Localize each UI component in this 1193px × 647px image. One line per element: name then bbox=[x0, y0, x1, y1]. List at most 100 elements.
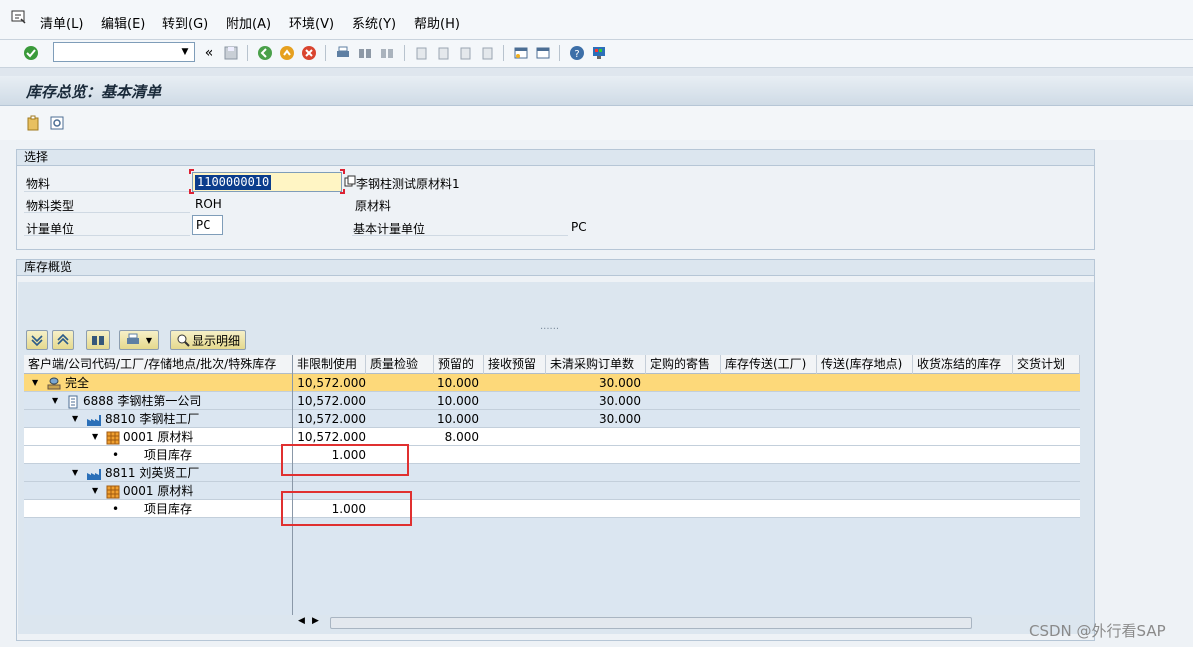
find-icon[interactable] bbox=[86, 330, 110, 350]
menu-edit[interactable]: 编辑(E) bbox=[101, 13, 145, 32]
reserved-value: 10.000 bbox=[437, 412, 479, 426]
collapse-all-icon[interactable] bbox=[52, 330, 74, 350]
menu-bar: 清单(L) 编辑(E) 转到(G) 附加(A) 环境(V) 系统(Y) 帮助(H… bbox=[0, 0, 1193, 40]
system-menu-icon[interactable] bbox=[11, 10, 27, 24]
client-icon bbox=[47, 377, 61, 389]
selection-group-title: 选择 bbox=[17, 150, 1094, 166]
splitter-handle[interactable]: ······ bbox=[540, 324, 559, 335]
cancel-icon[interactable] bbox=[300, 44, 318, 62]
menu-list[interactable]: 清单(L) bbox=[40, 13, 83, 32]
table-row[interactable]: ▼ 8810 李钢柱工厂 10,572.000 10.000 30.000 bbox=[24, 410, 1080, 428]
tree-label: 完全 bbox=[46, 374, 89, 392]
tree-label: 项目库存 bbox=[144, 448, 193, 462]
reserved-value: 10.000 bbox=[437, 394, 479, 408]
collapse-node-icon[interactable]: ▼ bbox=[92, 482, 98, 500]
previous-page-icon[interactable] bbox=[434, 44, 452, 62]
watermark: CSDN @外行看SAP bbox=[1029, 622, 1166, 640]
collapse-node-icon[interactable]: ▼ bbox=[32, 374, 38, 392]
reserved-value: 10.000 bbox=[437, 376, 479, 390]
next-page-icon[interactable] bbox=[456, 44, 474, 62]
menu-environment[interactable]: 环境(V) bbox=[289, 13, 334, 32]
column-header[interactable]: 定购的寄售 bbox=[646, 355, 721, 374]
unrestricted-value: 10,572.000 bbox=[297, 376, 366, 390]
first-page-icon[interactable] bbox=[412, 44, 430, 62]
storage-location-icon bbox=[106, 431, 120, 444]
column-header[interactable]: 未清采购订单数 bbox=[546, 355, 646, 374]
collapse-node-icon[interactable]: ▼ bbox=[92, 428, 98, 446]
enter-icon[interactable] bbox=[22, 44, 40, 62]
reserved-value: 8.000 bbox=[444, 430, 479, 444]
column-header[interactable]: 库存传送(工厂) bbox=[721, 355, 817, 374]
scroll-thumb[interactable] bbox=[330, 617, 972, 629]
material-type-value: ROH bbox=[195, 197, 222, 211]
open-po-value: 30.000 bbox=[599, 376, 641, 390]
column-header[interactable]: 收货冻结的库存 bbox=[913, 355, 1013, 374]
column-header[interactable]: 交货计划 bbox=[1013, 355, 1080, 374]
material-type-description: 原材料 bbox=[355, 199, 392, 213]
grid-header: 客户端/公司代码/工厂/存储地点/批次/特殊库存 非限制使用 质量检验 预留的 … bbox=[24, 355, 1080, 374]
scroll-right-icon[interactable]: ▶ bbox=[312, 616, 319, 626]
table-row[interactable]: ▼ 6888 李钢柱第一公司 10,572.000 10.000 30.000 bbox=[24, 392, 1080, 410]
print-icon[interactable] bbox=[334, 44, 352, 62]
create-session-icon[interactable] bbox=[512, 44, 530, 62]
material-label: 物料 bbox=[26, 177, 51, 191]
title-bar: 库存总览：基本清单 bbox=[0, 76, 1193, 106]
table-row[interactable]: ▼ 完全 10,572.000 10.000 30.000 bbox=[24, 374, 1080, 392]
expand-all-icon[interactable] bbox=[26, 330, 48, 350]
material-input[interactable]: 1100000010 bbox=[192, 172, 342, 192]
last-page-icon[interactable] bbox=[478, 44, 496, 62]
back-icon[interactable] bbox=[256, 44, 274, 62]
table-row[interactable]: ▼ 8811 刘英贤工厂 bbox=[24, 464, 1080, 482]
refresh-icon[interactable] bbox=[48, 114, 66, 132]
open-po-value: 30.000 bbox=[599, 412, 641, 426]
tree-label: 8810 李钢柱工厂 bbox=[86, 410, 199, 428]
save-icon[interactable] bbox=[222, 44, 240, 62]
command-field[interactable]: ▼ bbox=[53, 42, 195, 62]
unrestricted-value: 10,572.000 bbox=[297, 412, 366, 426]
uom-input[interactable]: PC bbox=[192, 215, 223, 235]
menu-system[interactable]: 系统(Y) bbox=[352, 13, 396, 32]
shortcut-icon[interactable] bbox=[534, 44, 552, 62]
tree-label: 6888 李钢柱第一公司 bbox=[66, 392, 201, 410]
menu-goto[interactable]: 转到(G) bbox=[162, 13, 208, 32]
column-header[interactable]: 传送(库存地点) bbox=[817, 355, 913, 374]
collapse-node-icon[interactable]: ▼ bbox=[72, 464, 78, 482]
bullet-icon: • bbox=[112, 502, 120, 516]
storage-location-icon bbox=[106, 485, 120, 498]
chevron-down-icon[interactable]: ▼ bbox=[178, 45, 192, 59]
customize-layout-icon[interactable] bbox=[590, 44, 608, 62]
column-header[interactable]: 预留的 bbox=[434, 355, 484, 374]
find-icon[interactable] bbox=[356, 44, 374, 62]
magnifier-icon bbox=[177, 334, 190, 347]
show-detail-label: 显示明细 bbox=[191, 333, 240, 348]
column-header[interactable]: 接收预留 bbox=[484, 355, 546, 374]
show-detail-button[interactable]: 显示明细 bbox=[170, 330, 246, 350]
page-title: 库存总览：基本清单 bbox=[26, 83, 162, 101]
paste-icon[interactable] bbox=[24, 114, 42, 132]
table-row[interactable]: ▼ 0001 原材料 bbox=[24, 482, 1080, 500]
table-row[interactable]: ▼ 0001 原材料 10,572.000 8.000 bbox=[24, 428, 1080, 446]
open-po-value: 30.000 bbox=[599, 394, 641, 408]
column-header[interactable]: 非限制使用 bbox=[293, 355, 366, 374]
menu-extras[interactable]: 附加(A) bbox=[226, 13, 271, 32]
scroll-left-icon[interactable]: ◀ bbox=[298, 616, 305, 626]
copy-icon[interactable] bbox=[344, 175, 356, 187]
tree-label: 0001 原材料 bbox=[106, 428, 193, 446]
table-row[interactable]: • 项目库存 1.000 bbox=[24, 446, 1080, 464]
collapse-node-icon[interactable]: ▼ bbox=[72, 410, 78, 428]
exit-icon[interactable] bbox=[278, 44, 296, 62]
column-header[interactable]: 质量检验 bbox=[366, 355, 434, 374]
tree-label: 8811 刘英贤工厂 bbox=[86, 464, 199, 482]
menu-help[interactable]: 帮助(H) bbox=[414, 13, 460, 32]
find-next-icon[interactable] bbox=[378, 44, 396, 62]
help-icon[interactable]: ? bbox=[568, 44, 586, 62]
collapse-node-icon[interactable]: ▼ bbox=[52, 392, 58, 410]
horizontal-scrollbar[interactable]: ◀ ▶ bbox=[296, 616, 1080, 630]
column-header[interactable]: 客户端/公司代码/工厂/存储地点/批次/特殊库存 bbox=[24, 355, 293, 374]
tree-column-divider bbox=[292, 355, 293, 615]
table-row[interactable]: • 项目库存 1.000 bbox=[24, 500, 1080, 518]
collapse-icon[interactable]: « bbox=[200, 44, 218, 62]
print-dropdown-button[interactable]: ▼ bbox=[119, 330, 159, 350]
base-uom-value: PC bbox=[571, 220, 587, 234]
bullet-icon: • bbox=[112, 448, 120, 462]
